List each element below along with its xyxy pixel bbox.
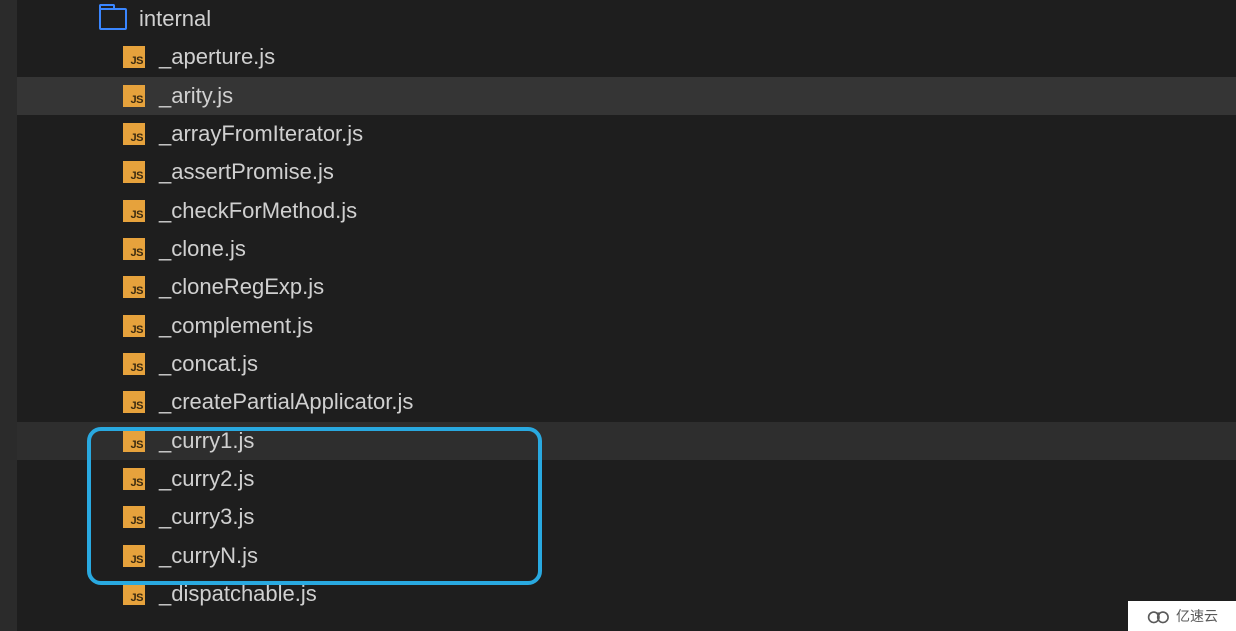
file-row-curry3[interactable]: JS _curry3.js bbox=[17, 498, 1236, 536]
file-label: _checkForMethod.js bbox=[159, 198, 357, 224]
file-label: _arity.js bbox=[159, 83, 233, 109]
file-row-concat[interactable]: JS _concat.js bbox=[17, 345, 1236, 383]
file-tree: internal JS _aperture.js JS _arity.js JS… bbox=[17, 0, 1236, 631]
js-file-icon: JS bbox=[123, 238, 145, 260]
js-file-icon: JS bbox=[123, 46, 145, 68]
file-row-curry1[interactable]: JS _curry1.js bbox=[17, 422, 1236, 460]
file-label: _curry3.js bbox=[159, 504, 254, 530]
watermark-text: 亿速云 bbox=[1176, 606, 1218, 626]
file-label: _concat.js bbox=[159, 351, 258, 377]
js-file-icon: JS bbox=[123, 276, 145, 298]
file-label: _curry2.js bbox=[159, 466, 254, 492]
js-file-icon: JS bbox=[123, 315, 145, 337]
file-label: _clone.js bbox=[159, 236, 246, 262]
folder-label: internal bbox=[139, 6, 211, 32]
cloud-icon bbox=[1146, 608, 1172, 624]
file-label: _complement.js bbox=[159, 313, 313, 339]
js-file-icon: JS bbox=[123, 353, 145, 375]
file-label: _createPartialApplicator.js bbox=[159, 389, 413, 415]
file-row-dispatchable[interactable]: JS _dispatchable.js bbox=[17, 575, 1236, 613]
folder-row-internal[interactable]: internal bbox=[17, 0, 1236, 38]
file-label: _arrayFromIterator.js bbox=[159, 121, 363, 147]
js-file-icon: JS bbox=[123, 391, 145, 413]
file-row-cloneregexp[interactable]: JS _cloneRegExp.js bbox=[17, 268, 1236, 306]
file-row-complement[interactable]: JS _complement.js bbox=[17, 307, 1236, 345]
file-label: _assertPromise.js bbox=[159, 159, 334, 185]
file-row-curry2[interactable]: JS _curry2.js bbox=[17, 460, 1236, 498]
folder-icon bbox=[99, 8, 127, 30]
js-file-icon: JS bbox=[123, 85, 145, 107]
file-row-arity[interactable]: JS _arity.js bbox=[17, 77, 1236, 115]
file-row-clone[interactable]: JS _clone.js bbox=[17, 230, 1236, 268]
file-label: _aperture.js bbox=[159, 44, 275, 70]
js-file-icon: JS bbox=[123, 161, 145, 183]
file-label: _cloneRegExp.js bbox=[159, 274, 324, 300]
js-file-icon: JS bbox=[123, 123, 145, 145]
js-file-icon: JS bbox=[123, 430, 145, 452]
watermark-badge: 亿速云 bbox=[1128, 601, 1236, 631]
js-file-icon: JS bbox=[123, 468, 145, 490]
file-row-assertpromise[interactable]: JS _assertPromise.js bbox=[17, 153, 1236, 191]
activity-bar-gutter bbox=[0, 0, 17, 631]
js-file-icon: JS bbox=[123, 506, 145, 528]
file-label: _curry1.js bbox=[159, 428, 254, 454]
js-file-icon: JS bbox=[123, 545, 145, 567]
file-row-aperture[interactable]: JS _aperture.js bbox=[17, 38, 1236, 76]
file-row-curryn[interactable]: JS _curryN.js bbox=[17, 537, 1236, 575]
file-row-createpartialapplicator[interactable]: JS _createPartialApplicator.js bbox=[17, 383, 1236, 421]
file-row-checkformethod[interactable]: JS _checkForMethod.js bbox=[17, 192, 1236, 230]
js-file-icon: JS bbox=[123, 583, 145, 605]
file-label: _curryN.js bbox=[159, 543, 258, 569]
js-file-icon: JS bbox=[123, 200, 145, 222]
file-label: _dispatchable.js bbox=[159, 581, 317, 607]
file-row-arrayfromiterator[interactable]: JS _arrayFromIterator.js bbox=[17, 115, 1236, 153]
